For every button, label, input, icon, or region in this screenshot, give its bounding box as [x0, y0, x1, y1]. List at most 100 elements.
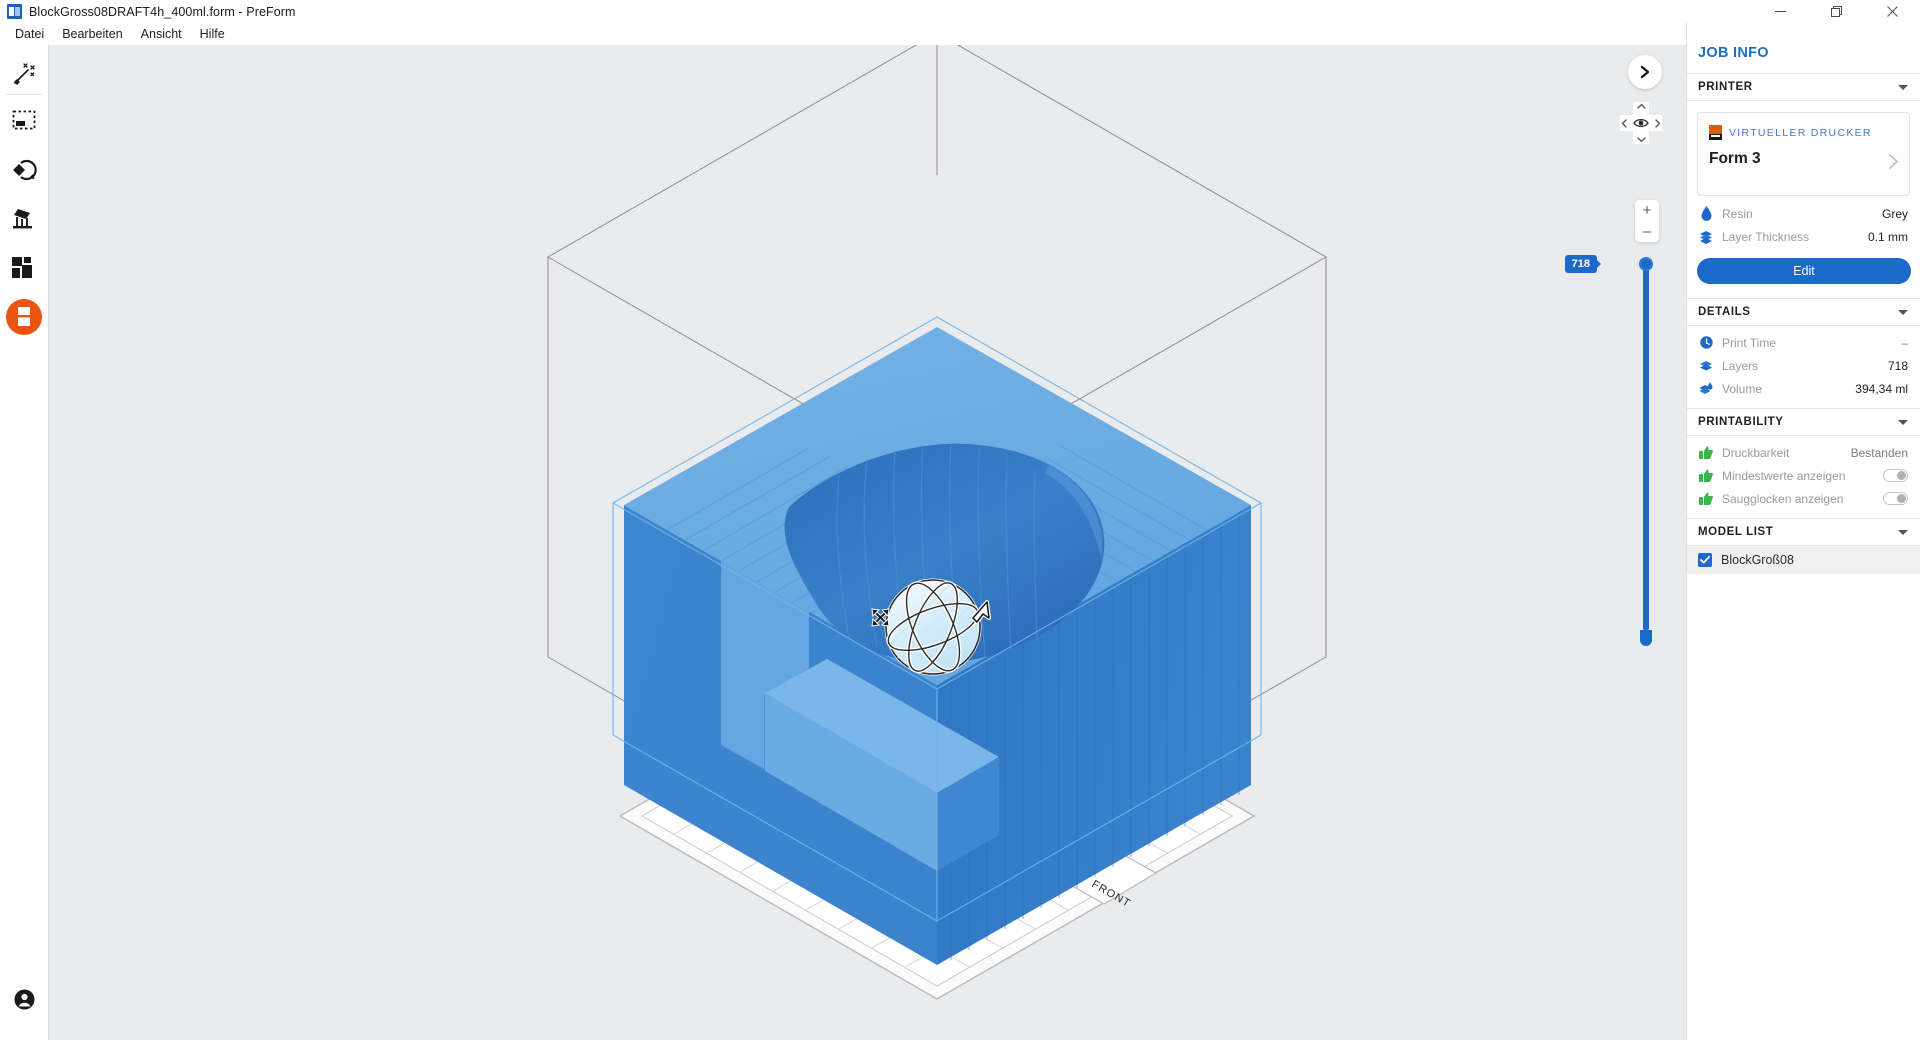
model-list-item[interactable]: BlockGroß08 — [1687, 546, 1920, 574]
magic-wand-tool-button[interactable] — [0, 49, 48, 98]
printer-card[interactable]: VIRTUELLER DRUCKER Form 3 — [1697, 112, 1910, 196]
layers-row: Layers 718 — [1687, 354, 1920, 377]
volume-label: Volume — [1722, 381, 1763, 396]
print-icon — [6, 298, 42, 335]
menu-bearbeiten[interactable]: Bearbeiten — [53, 25, 131, 43]
chevron-right-icon — [1640, 65, 1650, 79]
menu-datei[interactable]: Datei — [6, 25, 53, 43]
clock-icon — [1698, 336, 1714, 349]
selection-box-icon — [11, 109, 37, 133]
reset-view-button[interactable] — [1632, 114, 1650, 132]
eye-icon — [1633, 118, 1649, 128]
rotate-icon — [11, 158, 37, 182]
layout-tool-button[interactable] — [0, 243, 48, 292]
job-info-panel: JOB INFO PRINTER VIRTUELLER DRUCKER Form… — [1686, 23, 1920, 1040]
printer-chevron-icon[interactable] — [1888, 153, 1899, 175]
printer-device-icon — [1709, 125, 1722, 140]
zoom-in-button[interactable]: + — [1635, 200, 1659, 221]
print-time-label: Print Time — [1722, 335, 1777, 350]
viewport-3d[interactable]: FRONT + – 718 — [49, 45, 1686, 1040]
saugglocken-row[interactable]: Saugglocken anzeigen — [1687, 487, 1920, 510]
maximize-button[interactable] — [1808, 0, 1864, 23]
app-icon — [7, 4, 22, 19]
pan-right-button[interactable] — [1649, 115, 1666, 132]
layer-slider-value: 718 — [1564, 255, 1602, 273]
model-checkbox[interactable] — [1698, 553, 1712, 567]
panel-title: JOB INFO — [1698, 45, 1769, 61]
saugglocken-toggle[interactable] — [1883, 492, 1908, 505]
printer-section-header[interactable]: PRINTER — [1687, 73, 1920, 101]
printer-kind-label: VIRTUELLER DRUCKER — [1729, 126, 1872, 139]
saugglocken-label: Saugglocken anzeigen — [1722, 491, 1844, 506]
details-section-label: DETAILS — [1698, 306, 1751, 318]
orient-tool-button[interactable] — [0, 145, 48, 194]
supports-icon — [11, 207, 37, 231]
menu-hilfe[interactable]: Hilfe — [191, 25, 234, 43]
edit-button[interactable]: Edit — [1697, 258, 1911, 284]
druckbarkeit-value: Bestanden — [1850, 445, 1908, 460]
print-tool-button[interactable] — [0, 292, 48, 341]
model-list-section-header[interactable]: MODEL LIST — [1687, 518, 1920, 546]
select-tool-button[interactable] — [0, 96, 48, 145]
volume-row: Volume 394,34 ml — [1687, 377, 1920, 400]
thumbs-up-icon — [1698, 446, 1714, 459]
chevron-down-icon[interactable] — [1898, 84, 1908, 90]
layer-thickness-row: Layer Thickness 0.1 mm — [1687, 225, 1920, 248]
toolbar-divider-1 — [6, 94, 42, 95]
pan-control-pad[interactable] — [1620, 102, 1662, 144]
layer-slider[interactable]: 718 — [1564, 255, 1653, 646]
druckbarkeit-row: Druckbarkeit Bestanden — [1687, 441, 1920, 464]
details-section-header[interactable]: DETAILS — [1687, 298, 1920, 326]
pan-down-button[interactable] — [1633, 131, 1650, 148]
resin-row: Resin Grey — [1687, 202, 1920, 225]
resin-drop-icon — [1698, 206, 1714, 221]
printability-section-label: PRINTABILITY — [1698, 416, 1784, 428]
left-toolbar — [0, 45, 49, 1040]
mindestwerte-row[interactable]: Mindestwerte anzeigen — [1687, 464, 1920, 487]
chevron-down-icon[interactable] — [1898, 529, 1908, 535]
magic-wand-icon — [11, 61, 37, 87]
mindestwerte-label: Mindestwerte anzeigen — [1722, 468, 1846, 483]
account-button[interactable] — [0, 982, 48, 1022]
layers-icon — [1698, 359, 1714, 373]
resin-value: Grey — [1881, 206, 1908, 221]
menu-ansicht[interactable]: Ansicht — [132, 25, 191, 43]
menubar: Datei Bearbeiten Ansicht Hilfe — [0, 23, 1920, 45]
printer-section-label: PRINTER — [1698, 81, 1753, 93]
model-list-section-label: MODEL LIST — [1698, 526, 1774, 538]
thumbs-up-icon — [1698, 492, 1714, 505]
chevron-down-icon[interactable] — [1898, 309, 1908, 315]
layers-label: Layers — [1722, 358, 1759, 373]
layer-slider-handle[interactable] — [1639, 257, 1653, 271]
printer-name: Form 3 — [1709, 150, 1761, 167]
window-controls — [1752, 0, 1920, 23]
panel-expand-button[interactable] — [1628, 55, 1662, 89]
print-time-row: Print Time – — [1687, 331, 1920, 354]
layer-thickness-label: Layer Thickness — [1722, 229, 1810, 244]
layer-slider-track[interactable] — [1643, 263, 1649, 631]
layer-thickness-icon — [1698, 230, 1714, 244]
layout-grid-icon — [12, 256, 36, 279]
scene-render: FRONT — [546, 45, 1328, 1000]
layers-value: 718 — [1887, 358, 1908, 373]
layer-slider-base — [1640, 630, 1652, 646]
volume-icon — [1698, 382, 1714, 396]
volume-value: 394,34 ml — [1855, 381, 1908, 396]
mindestwerte-toggle[interactable] — [1883, 469, 1908, 482]
minimize-button[interactable] — [1752, 0, 1808, 23]
druckbarkeit-label: Druckbarkeit — [1722, 445, 1790, 460]
pan-left-button[interactable] — [1616, 115, 1633, 132]
window-title: BlockGross08DRAFT4h_400ml.form - PreForm — [29, 4, 296, 19]
user-circle-icon — [14, 989, 35, 1015]
printability-section-header[interactable]: PRINTABILITY — [1687, 408, 1920, 436]
zoom-out-button[interactable]: – — [1635, 221, 1659, 242]
resin-label: Resin — [1722, 206, 1753, 221]
window-titlebar: BlockGross08DRAFT4h_400ml.form - PreForm — [0, 0, 1920, 23]
chevron-down-icon[interactable] — [1898, 419, 1908, 425]
layer-thickness-value: 0.1 mm — [1867, 229, 1908, 244]
pan-up-button[interactable] — [1633, 98, 1650, 115]
supports-tool-button[interactable] — [0, 194, 48, 243]
zoom-controls[interactable]: + – — [1635, 200, 1659, 242]
close-button[interactable] — [1864, 0, 1920, 23]
print-time-value: – — [1901, 335, 1908, 350]
